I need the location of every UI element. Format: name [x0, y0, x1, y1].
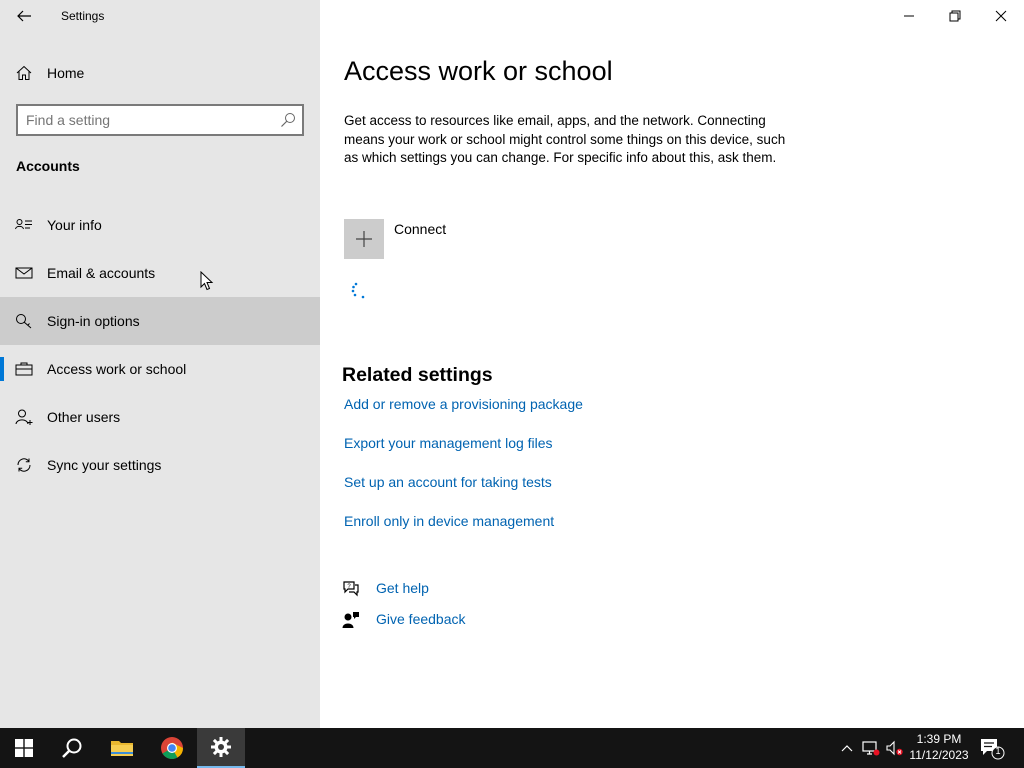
app-title: Settings: [61, 9, 105, 23]
volume-button[interactable]: [886, 740, 904, 756]
loading-spinner-icon: [351, 282, 365, 299]
settings-taskbar-button[interactable]: [197, 728, 245, 768]
page-description: Get access to resources like email, apps…: [344, 113, 786, 165]
close-icon: [995, 10, 1007, 22]
page-title: Access work or school: [344, 56, 613, 86]
network-button[interactable]: [862, 740, 880, 756]
plus-icon: [356, 231, 372, 247]
minimize-icon: [904, 15, 914, 17]
sidebar-item-email-accounts[interactable]: Email & accounts: [0, 249, 320, 297]
chat-help-icon: ?: [343, 581, 359, 597]
sidebar-item-your-info[interactable]: Your info: [0, 201, 320, 249]
home-icon: [16, 65, 32, 80]
minimize-button[interactable]: [886, 0, 932, 32]
clock[interactable]: 1:39 PM 11/12/2023: [906, 731, 972, 763]
sidebar-item-label: Home: [47, 65, 85, 81]
sidebar-item-label: Your info: [47, 217, 102, 233]
sidebar-item-sign-in-options[interactable]: Sign-in options: [0, 297, 320, 345]
link-set-up-test-account[interactable]: Set up an account for taking tests: [344, 474, 552, 490]
show-hidden-icons-button[interactable]: [838, 740, 856, 756]
briefcase-icon: [15, 362, 33, 376]
clock-date: 11/12/2023: [909, 748, 969, 762]
notification-count: 1: [995, 746, 1001, 756]
sidebar-item-label: Email & accounts: [47, 265, 156, 281]
get-help-link[interactable]: Get help: [376, 580, 429, 596]
network-icon: [862, 741, 880, 756]
start-button[interactable]: [0, 728, 48, 768]
selection-indicator: [0, 357, 4, 381]
sidebar-item-sync-your-settings[interactable]: Sync your settings: [0, 441, 320, 489]
sidebar-item-other-users[interactable]: Other users: [0, 393, 320, 441]
back-button[interactable]: [8, 4, 40, 28]
connect-label[interactable]: Connect: [394, 221, 446, 237]
search-icon: [62, 738, 82, 758]
person-add-icon: [15, 409, 33, 425]
sidebar-item-label: Sign-in options: [47, 313, 140, 329]
give-feedback-link[interactable]: Give feedback: [376, 611, 466, 627]
main-content: Access work or school Get access to reso…: [320, 0, 1024, 728]
contact-card-icon: [15, 219, 32, 230]
chrome-icon: [161, 737, 183, 759]
gear-icon: [211, 737, 231, 757]
search-icon[interactable]: [280, 112, 296, 128]
sidebar-item-label: Other users: [47, 409, 121, 425]
restore-icon: [949, 10, 961, 22]
folder-icon: [111, 741, 133, 756]
sidebar-item-home[interactable]: Home: [0, 56, 320, 90]
action-center-button[interactable]: 1: [978, 736, 1006, 760]
clock-time: 1:39 PM: [916, 732, 962, 746]
sync-icon: [17, 458, 31, 472]
search-box[interactable]: [16, 104, 304, 136]
mouse-cursor-icon: [200, 271, 214, 291]
taskbar: 1:39 PM 11/12/2023 1: [0, 728, 1024, 768]
volume-muted-icon: [886, 740, 903, 756]
file-explorer-button[interactable]: [98, 728, 146, 768]
back-arrow-icon: [17, 10, 31, 22]
connect-button[interactable]: [344, 219, 384, 259]
link-export-management-logs[interactable]: Export your management log files: [344, 435, 553, 451]
search-taskbar-button[interactable]: [48, 728, 96, 768]
key-icon: [16, 314, 32, 329]
chrome-button[interactable]: [148, 728, 196, 768]
search-input[interactable]: [26, 110, 276, 130]
windows-logo-icon: [15, 739, 33, 757]
section-title: Accounts: [16, 158, 80, 174]
sidebar-item-access-work-or-school[interactable]: Access work or school: [0, 345, 320, 393]
feedback-person-icon: [342, 612, 359, 628]
restore-button[interactable]: [932, 0, 978, 32]
mail-icon: [15, 267, 33, 279]
close-button[interactable]: [978, 0, 1024, 32]
sidebar-item-label: Sync your settings: [47, 457, 162, 473]
sidebar: Settings Home Accounts Your info Email &…: [0, 0, 320, 728]
chevron-up-icon: [841, 745, 853, 752]
link-enroll-device-management[interactable]: Enroll only in device management: [344, 513, 554, 529]
link-provisioning-package[interactable]: Add or remove a provisioning package: [344, 396, 583, 412]
sidebar-item-label: Access work or school: [47, 361, 187, 377]
related-settings-heading: Related settings: [342, 364, 493, 386]
